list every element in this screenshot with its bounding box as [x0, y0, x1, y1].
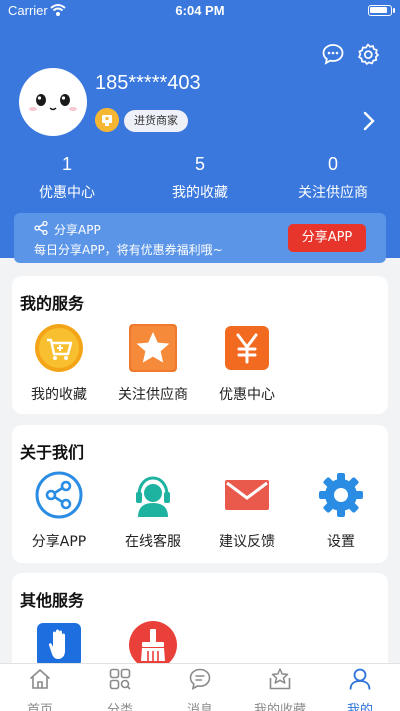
star-icon: [129, 324, 177, 372]
stat-value: 1: [61, 154, 72, 174]
avatar[interactable]: [19, 68, 87, 136]
battery-icon: [368, 5, 392, 16]
tab-label: 我的收藏: [253, 703, 306, 711]
stat-coupons[interactable]: 1 优惠中心: [0, 154, 134, 202]
stat-value: 5: [194, 154, 205, 174]
user-icon: [349, 668, 371, 690]
merchant-badge-icon: [95, 108, 119, 132]
share-banner-title: 分享APP: [54, 223, 101, 237]
about-label: 分享APP: [31, 534, 87, 550]
home-icon: [29, 669, 51, 689]
about-feedback[interactable]: 建议反馈: [200, 471, 294, 551]
username: 185*****403: [95, 72, 201, 94]
about-settings[interactable]: 设置: [294, 471, 388, 551]
share-banner-desc: 每日分享APP，将有优惠券福利哦~: [34, 243, 223, 257]
service-favorites[interactable]: 我的收藏: [12, 324, 106, 404]
tab-label: 消息: [186, 703, 213, 711]
stat-label: 优惠中心: [39, 185, 95, 201]
tab-label: 分类: [106, 703, 133, 711]
stat-label: 我的收藏: [172, 185, 228, 201]
service-label: 优惠中心: [219, 387, 275, 403]
about-us-card: 关于我们 分享APP 在线客服 建议反馈 设置: [12, 425, 388, 563]
battery-tip: [393, 8, 395, 13]
yuan-icon: [225, 326, 269, 370]
broom-icon: [129, 621, 177, 669]
tab-label: 首页: [26, 703, 53, 711]
headset-icon: [136, 476, 170, 517]
tab-favorites[interactable]: 我的收藏: [240, 667, 320, 711]
avatar-face-icon: [29, 94, 77, 111]
cart-icon: [35, 324, 83, 372]
share-icon: [34, 221, 48, 235]
tab-label: 我的: [346, 703, 373, 711]
stat-value: 0: [327, 154, 338, 174]
status-bar: Carrier 6:04 PM: [0, 0, 400, 22]
clock: 6:04 PM: [175, 3, 225, 18]
stat-favorites[interactable]: 5 我的收藏: [133, 154, 267, 202]
share-icon: [35, 471, 83, 519]
favorite-icon: [269, 668, 291, 690]
my-services-card: 我的服务 我的收藏 关注供应商 优惠中心: [12, 276, 388, 414]
about-online-service[interactable]: 在线客服: [106, 471, 200, 551]
service-label: 关注供应商: [118, 387, 188, 403]
merchant-tag: 进货商家: [124, 110, 188, 132]
share-app-button[interactable]: 分享APP: [288, 224, 366, 252]
section-title: 其他服务: [20, 591, 85, 610]
tab-messages[interactable]: 消息: [160, 667, 240, 711]
service-label: 我的收藏: [31, 387, 87, 403]
category-icon: [109, 668, 131, 690]
about-label: 在线客服: [125, 534, 181, 550]
about-label: 设置: [327, 534, 355, 550]
gear-icon: [319, 473, 363, 517]
tab-home[interactable]: 首页: [0, 667, 80, 711]
tab-mine[interactable]: 我的: [320, 667, 400, 711]
message-icon: [189, 668, 211, 691]
about-share-app[interactable]: 分享APP: [12, 471, 106, 551]
mail-icon: [225, 480, 269, 510]
hand-icon: [37, 623, 81, 667]
message-bubble-icon[interactable]: [321, 42, 345, 66]
stat-label: 关注供应商: [298, 185, 368, 201]
tab-category[interactable]: 分类: [80, 667, 160, 711]
stat-followed-suppliers[interactable]: 0 关注供应商: [266, 154, 400, 202]
service-coupons[interactable]: 优惠中心: [200, 324, 294, 404]
service-followed-suppliers[interactable]: 关注供应商: [106, 324, 200, 404]
about-label: 建议反馈: [219, 534, 275, 550]
share-app-banner: 分享APP 每日分享APP，将有优惠券福利哦~ 分享APP: [14, 213, 386, 263]
bottom-tab-bar: 首页 分类 消息 我的收藏 我的: [0, 663, 400, 711]
section-title: 我的服务: [20, 294, 85, 313]
section-title: 关于我们: [20, 443, 85, 462]
chevron-right-icon[interactable]: [362, 111, 376, 131]
settings-gear-icon[interactable]: [356, 42, 380, 66]
